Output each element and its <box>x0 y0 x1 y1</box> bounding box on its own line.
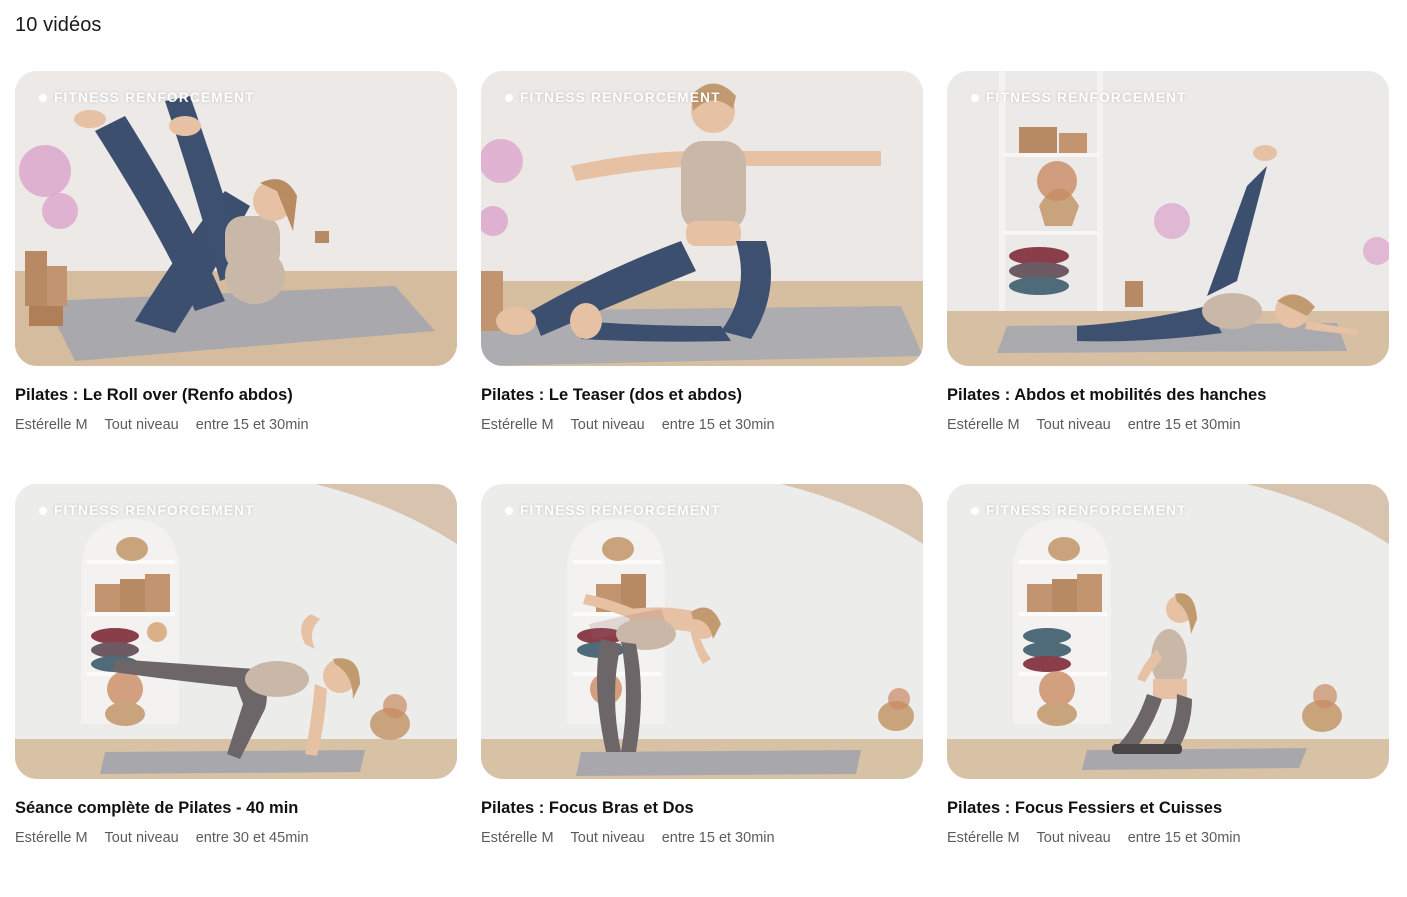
video-thumbnail[interactable]: FITNESS RENFORCEMENT <box>15 484 457 779</box>
category-tag: FITNESS RENFORCEMENT <box>971 90 1187 105</box>
pilates-hip-mobility-thumbnail <box>947 71 1389 366</box>
level-label: Tout niveau <box>570 830 645 846</box>
duration-label: entre 30 et 45min <box>195 830 309 846</box>
pilates-glutes-thighs-thumbnail <box>947 484 1389 779</box>
video-title[interactable]: Pilates : Abdos et mobilités des hanches <box>947 386 1389 405</box>
category-dot-icon <box>971 93 979 102</box>
category-label: FITNESS RENFORCEMENT <box>986 90 1187 105</box>
video-thumbnail[interactable]: FITNESS RENFORCEMENT <box>481 71 923 366</box>
category-tag: FITNESS RENFORCEMENT <box>971 503 1187 518</box>
video-thumbnail[interactable]: FITNESS RENFORCEMENT <box>947 484 1389 779</box>
video-meta: Estérelle M Tout niveau entre 15 et 30mi… <box>481 417 923 433</box>
instructor-name: Estérelle M <box>947 417 1020 433</box>
pilates-teaser-thumbnail <box>481 71 923 366</box>
category-tag: FITNESS RENFORCEMENT <box>505 503 721 518</box>
category-dot-icon <box>971 506 979 515</box>
category-dot-icon <box>505 93 513 102</box>
video-card[interactable]: FITNESS RENFORCEMENT Pilates : Le Roll o… <box>15 71 457 484</box>
video-thumbnail[interactable]: FITNESS RENFORCEMENT <box>481 484 923 779</box>
category-label: FITNESS RENFORCEMENT <box>54 90 255 105</box>
video-card[interactable]: FITNESS RENFORCEMENT Pilates : Focus Bra… <box>481 484 923 897</box>
category-dot-icon <box>39 506 47 515</box>
category-label: FITNESS RENFORCEMENT <box>520 503 721 518</box>
video-meta: Estérelle M Tout niveau entre 15 et 30mi… <box>481 830 923 846</box>
category-label: FITNESS RENFORCEMENT <box>986 503 1187 518</box>
instructor-name: Estérelle M <box>481 417 554 433</box>
level-label: Tout niveau <box>1036 830 1111 846</box>
video-card[interactable]: FITNESS RENFORCEMENT Pilates : Abdos et … <box>947 71 1389 484</box>
instructor-name: Estérelle M <box>481 830 554 846</box>
video-thumbnail[interactable]: FITNESS RENFORCEMENT <box>947 71 1389 366</box>
video-thumbnail[interactable]: FITNESS RENFORCEMENT <box>15 71 457 366</box>
pilates-full-session-thumbnail <box>15 484 457 779</box>
pilates-roll-over-thumbnail <box>15 71 457 366</box>
video-meta: Estérelle M Tout niveau entre 30 et 45mi… <box>15 830 457 846</box>
video-title[interactable]: Séance complète de Pilates - 40 min <box>15 799 457 818</box>
video-card[interactable]: FITNESS RENFORCEMENT Séance complète de … <box>15 484 457 897</box>
instructor-name: Estérelle M <box>15 830 88 846</box>
category-dot-icon <box>39 93 47 102</box>
duration-label: entre 15 et 30min <box>661 417 775 433</box>
level-label: Tout niveau <box>104 830 179 846</box>
level-label: Tout niveau <box>570 417 645 433</box>
category-tag: FITNESS RENFORCEMENT <box>505 90 721 105</box>
duration-label: entre 15 et 30min <box>661 830 775 846</box>
level-label: Tout niveau <box>1036 417 1111 433</box>
video-grid: FITNESS RENFORCEMENT Pilates : Le Roll o… <box>15 71 1389 897</box>
video-meta: Estérelle M Tout niveau entre 15 et 30mi… <box>15 417 457 433</box>
level-label: Tout niveau <box>104 417 179 433</box>
video-card[interactable]: FITNESS RENFORCEMENT Pilates : Le Teaser… <box>481 71 923 484</box>
video-title[interactable]: Pilates : Le Roll over (Renfo abdos) <box>15 386 457 405</box>
instructor-name: Estérelle M <box>947 830 1020 846</box>
category-label: FITNESS RENFORCEMENT <box>520 90 721 105</box>
instructor-name: Estérelle M <box>15 417 88 433</box>
category-label: FITNESS RENFORCEMENT <box>54 503 255 518</box>
video-card[interactable]: FITNESS RENFORCEMENT Pilates : Focus Fes… <box>947 484 1389 897</box>
category-tag: FITNESS RENFORCEMENT <box>39 90 255 105</box>
video-count: 10 vidéos <box>15 14 102 36</box>
video-title[interactable]: Pilates : Le Teaser (dos et abdos) <box>481 386 923 405</box>
category-tag: FITNESS RENFORCEMENT <box>39 503 255 518</box>
video-meta: Estérelle M Tout niveau entre 15 et 30mi… <box>947 417 1389 433</box>
duration-label: entre 15 et 30min <box>195 417 309 433</box>
category-dot-icon <box>505 506 513 515</box>
video-title[interactable]: Pilates : Focus Bras et Dos <box>481 799 923 818</box>
duration-label: entre 15 et 30min <box>1127 830 1241 846</box>
duration-label: entre 15 et 30min <box>1127 417 1241 433</box>
video-title[interactable]: Pilates : Focus Fessiers et Cuisses <box>947 799 1389 818</box>
pilates-arms-back-thumbnail <box>481 484 923 779</box>
video-meta: Estérelle M Tout niveau entre 15 et 30mi… <box>947 830 1389 846</box>
